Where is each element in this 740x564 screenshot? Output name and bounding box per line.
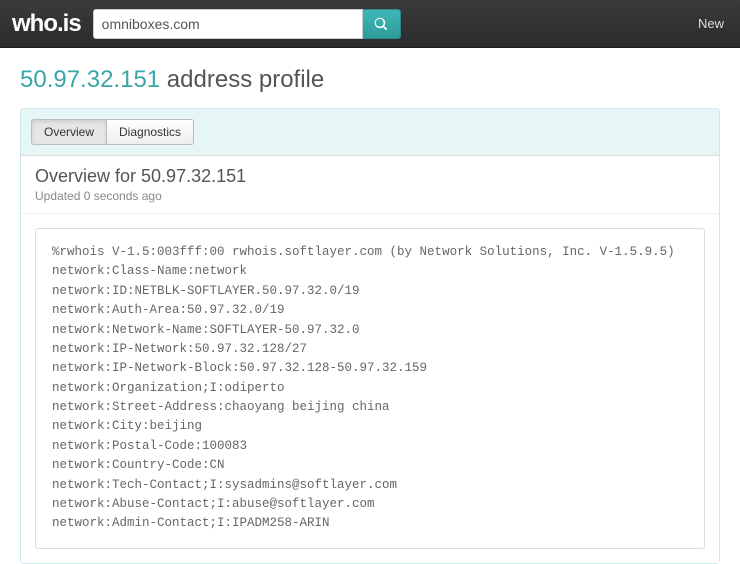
whois-record-wrap: %rwhois V-1.5:003fff:00 rwhois.softlayer…: [21, 213, 719, 563]
tab-diagnostics[interactable]: Diagnostics: [107, 119, 194, 145]
section-header: Overview for 50.97.32.151 Updated 0 seco…: [21, 155, 719, 213]
page-title-ip: 50.97.32.151: [20, 66, 160, 93]
section-updated: Updated 0 seconds ago: [35, 189, 705, 203]
page-title-suffix: address profile: [160, 66, 324, 93]
site-logo[interactable]: who.is: [12, 10, 81, 38]
tab-overview[interactable]: Overview: [31, 119, 107, 145]
profile-panel: Overview Diagnostics Overview for 50.97.…: [20, 108, 720, 564]
tab-bar: Overview Diagnostics: [21, 109, 719, 155]
search-input[interactable]: [93, 9, 363, 39]
nav-new[interactable]: New: [694, 16, 728, 31]
section-title: Overview for 50.97.32.151: [35, 166, 705, 187]
search-icon: [374, 17, 388, 31]
search-button[interactable]: [363, 9, 401, 39]
page-title: 50.97.32.151 address profile: [0, 48, 740, 108]
search-form: [93, 9, 401, 39]
whois-record: %rwhois V-1.5:003fff:00 rwhois.softlayer…: [35, 228, 705, 549]
top-bar: who.is New: [0, 0, 740, 48]
